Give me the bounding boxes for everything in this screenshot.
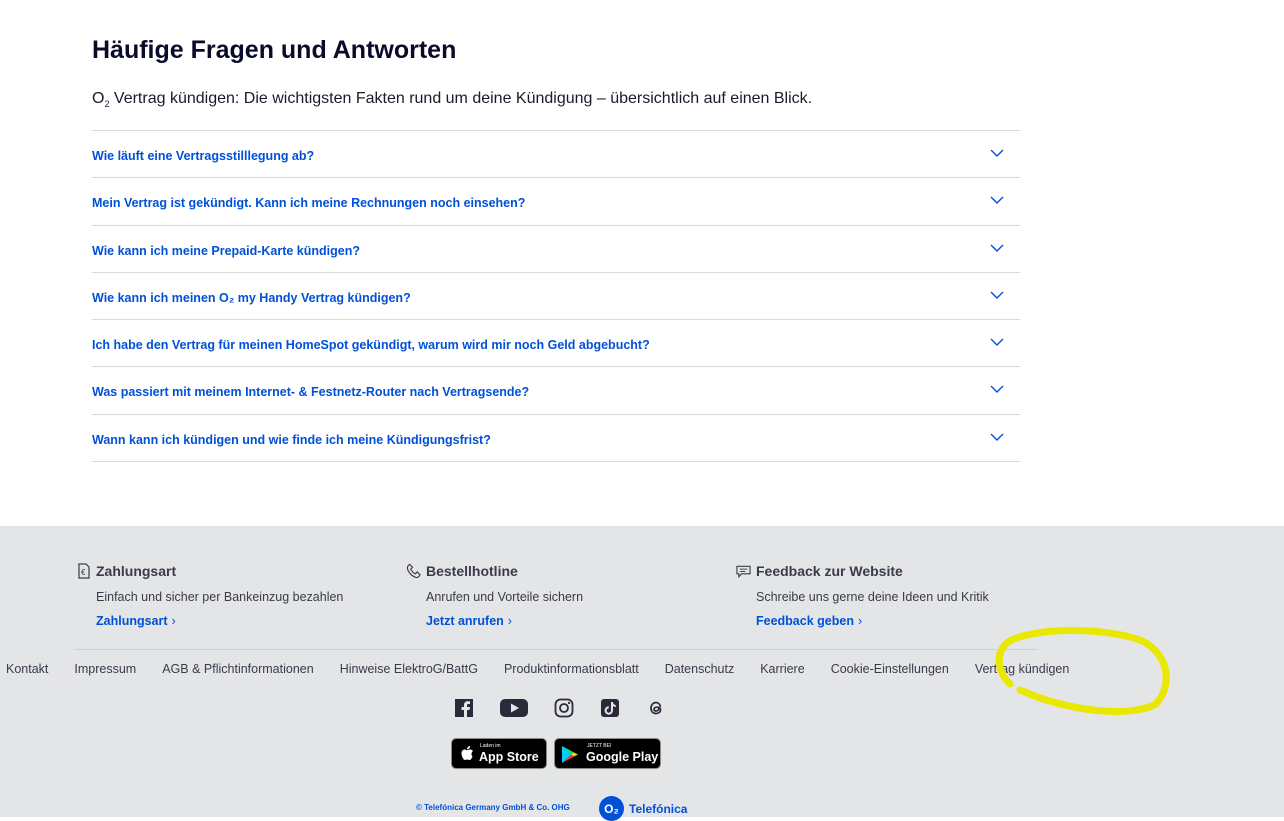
chevron-down-icon bbox=[990, 433, 1004, 441]
chevron-right-icon: › bbox=[857, 614, 863, 628]
call-now-link[interactable]: Jetzt anrufen › bbox=[426, 614, 512, 628]
footer-col-desc: Einfach und sicher per Bankeinzug bezahl… bbox=[96, 590, 344, 604]
apple-icon bbox=[461, 746, 473, 760]
google-play-icon bbox=[562, 746, 578, 763]
facebook-icon[interactable] bbox=[454, 698, 474, 718]
faq-item-5[interactable]: Ich habe den Vertrag für meinen HomeSpot… bbox=[92, 320, 1020, 368]
chevron-right-icon: › bbox=[507, 614, 512, 628]
google-play-badge[interactable]: JETZT BEI Google Play bbox=[554, 738, 661, 769]
threads-icon[interactable] bbox=[646, 698, 666, 718]
footer-link-kontakt[interactable]: Kontakt bbox=[6, 662, 48, 678]
faq-title: Häufige Fragen und Antworten bbox=[92, 36, 457, 64]
telefonica-logo[interactable]: O₂ Telefónica bbox=[599, 796, 687, 821]
faq-item-6[interactable]: Was passiert mit meinem Internet- & Fest… bbox=[92, 367, 1020, 415]
euro-document-icon: € bbox=[78, 563, 90, 579]
o2-text: O bbox=[92, 90, 105, 107]
chevron-down-icon bbox=[990, 385, 1004, 394]
youtube-icon[interactable] bbox=[500, 698, 528, 718]
footer-link-datenschutz[interactable]: Datenschutz bbox=[665, 662, 734, 678]
footer-link-elektrog[interactable]: Hinweise ElektroG/BattG bbox=[340, 662, 478, 678]
payment-link[interactable]: Zahlungsart › bbox=[96, 614, 176, 628]
footer-links: Kontakt Impressum AGB & Pflichtinformati… bbox=[6, 662, 1069, 678]
faq-item-1[interactable]: Wie läuft eine Vertragsstilllegung ab? bbox=[92, 131, 1020, 179]
footer-link-karriere[interactable]: Karriere bbox=[760, 662, 804, 678]
footer-col-payment: € Zahlungsart Einfach und sicher per Ban… bbox=[76, 563, 376, 628]
faq-list: Wie läuft eine Vertragsstilllegung ab? M… bbox=[92, 130, 1020, 463]
social-links bbox=[454, 698, 666, 718]
faq-question: Wie kann ich meinen O₂ my Handy Vertrag … bbox=[92, 290, 411, 305]
footer-divider bbox=[74, 649, 1038, 650]
chevron-down-icon bbox=[990, 291, 1004, 299]
footer-col-title: Bestellhotline bbox=[426, 563, 518, 579]
chevron-down-icon bbox=[990, 244, 1004, 252]
footer-link-vertrag-kuendigen[interactable]: Vertrag kündigen bbox=[975, 662, 1070, 678]
instagram-icon[interactable] bbox=[554, 698, 574, 718]
faq-question: Was passiert mit meinem Internet- & Fest… bbox=[92, 385, 530, 400]
chevron-down-icon bbox=[990, 196, 1004, 205]
faq-question: Wie läuft eine Vertragsstilllegung ab? bbox=[92, 149, 315, 163]
faq-question: Wann kann ich kündigen und wie finde ich… bbox=[92, 432, 491, 447]
faq-question: Mein Vertrag ist gekündigt. Kann ich mei… bbox=[92, 196, 526, 211]
footer-link-produktinfo[interactable]: Produktinformationsblatt bbox=[504, 662, 639, 678]
faq-item-4[interactable]: Wie kann ich meinen O₂ my Handy Vertrag … bbox=[92, 273, 1020, 321]
faq-item-7[interactable]: Wann kann ich kündigen und wie finde ich… bbox=[92, 415, 1020, 463]
chat-icon bbox=[736, 565, 751, 578]
chevron-down-icon bbox=[990, 149, 1004, 157]
footer-col-title: Zahlungsart bbox=[96, 563, 177, 579]
footer-link-cookie[interactable]: Cookie-Einstellungen bbox=[831, 662, 949, 678]
footer-link-agb[interactable]: AGB & Pflichtinformationen bbox=[162, 662, 313, 678]
svg-text:€: € bbox=[81, 568, 86, 577]
badge-small-text: Laden im bbox=[480, 743, 501, 749]
footer-col-feedback: Feedback zur Website Schreibe uns gerne … bbox=[736, 563, 1036, 628]
badge-big-text: App Store bbox=[479, 750, 539, 764]
app-store-badge[interactable]: Laden im App Store bbox=[451, 738, 547, 769]
footer-col-desc: Schreibe uns gerne deine Ideen und Kriti… bbox=[756, 590, 989, 604]
faq-intro-text: Vertrag kündigen: Die wichtigsten Fakten… bbox=[109, 90, 813, 107]
copyright: © Telefónica Germany GmbH & Co. OHG bbox=[416, 803, 570, 812]
badge-small-text: JETZT BEI bbox=[587, 743, 612, 749]
faq-question: Ich habe den Vertrag für meinen HomeSpot… bbox=[92, 338, 650, 353]
faq-question: Wie kann ich meine Prepaid-Karte kündige… bbox=[92, 243, 360, 258]
footer-col-hotline: Bestellhotline Anrufen und Vorteile sich… bbox=[406, 563, 706, 628]
footer-col-desc: Anrufen und Vorteile sichern bbox=[426, 590, 584, 604]
footer-col-title: Feedback zur Website bbox=[756, 563, 903, 579]
footer: € Zahlungsart Einfach und sicher per Ban… bbox=[0, 526, 1284, 821]
brand-name: Telefónica bbox=[629, 801, 688, 816]
feedback-link[interactable]: Feedback geben › bbox=[756, 614, 862, 628]
o2-logo-icon: O₂ bbox=[599, 796, 624, 821]
app-badges: Laden im App Store JETZT BEI Google Play bbox=[451, 738, 661, 769]
tiktok-icon[interactable] bbox=[600, 698, 620, 718]
chevron-down-icon bbox=[990, 338, 1004, 347]
badge-big-text: Google Play bbox=[586, 750, 659, 764]
faq-item-2[interactable]: Mein Vertrag ist gekündigt. Kann ich mei… bbox=[92, 178, 1020, 226]
faq-intro: O2 Vertrag kündigen: Die wichtigsten Fak… bbox=[92, 90, 812, 109]
faq-item-3[interactable]: Wie kann ich meine Prepaid-Karte kündige… bbox=[92, 226, 1020, 273]
phone-icon bbox=[406, 563, 421, 579]
footer-link-impressum[interactable]: Impressum bbox=[74, 662, 136, 678]
chevron-right-icon: › bbox=[171, 614, 176, 628]
